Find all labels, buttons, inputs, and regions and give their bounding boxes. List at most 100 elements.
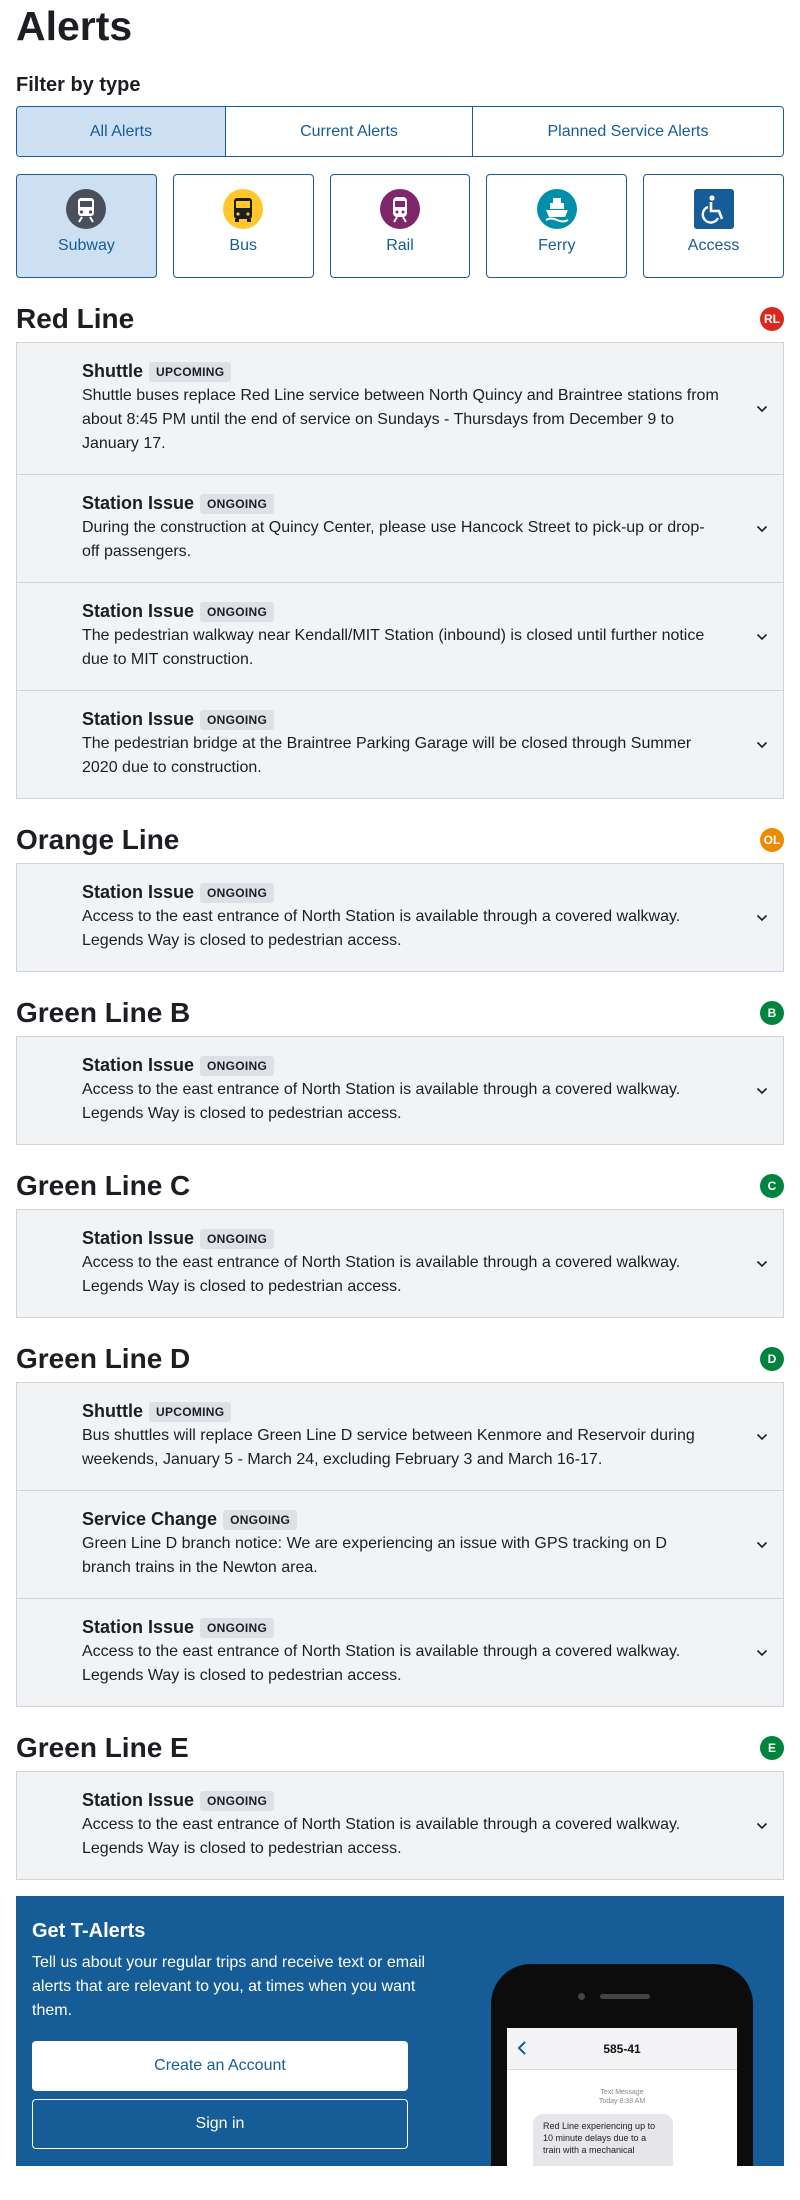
alert-header: Station Issue ONGOING [82, 1228, 719, 1249]
phone-meta-type: Text Message [600, 2089, 644, 2096]
line-section-green-line-b: Green Line B B Station Issue ONGOING Access … [16, 972, 784, 1145]
back-chevron-icon [517, 2040, 527, 2061]
alert-item[interactable]: Shuttle UPCOMING Shuttle buses replace Red… [16, 342, 784, 474]
phone-message-bubble: Red Line experiencing up to 10 minute de… [533, 2114, 673, 2166]
chevron-down-icon[interactable] [755, 738, 769, 752]
line-sections: Red Line RL Shuttle UPCOMING Shuttle buses r… [16, 278, 784, 1880]
chevron-down-icon[interactable] [755, 402, 769, 416]
chevron-down-icon[interactable] [755, 630, 769, 644]
alert-type: Shuttle [82, 361, 143, 381]
chevron-down-icon[interactable] [755, 1257, 769, 1271]
alert-item[interactable]: Station Issue ONGOING Access to the east e… [16, 1209, 784, 1318]
alert-type: Station Issue [82, 493, 195, 513]
tab-planned-service-alerts[interactable]: Planned Service Alerts [473, 107, 783, 156]
alert-description: Access to the east entrance of North Sta… [82, 1254, 681, 1295]
alert-status-badge: ONGOING [200, 882, 275, 903]
phone-header: 585-41 [507, 2028, 737, 2070]
alert-description: Green Line D branch notice: We are exper… [82, 1535, 667, 1576]
line-badge-icon: B [760, 1001, 784, 1025]
line-section-red-line: Red Line RL Shuttle UPCOMING Shuttle buses r… [16, 278, 784, 799]
line-header: Green Line D D [16, 1318, 784, 1376]
filter-label: Filter by type [16, 74, 141, 96]
subway-icon [66, 189, 107, 229]
alert-header: Station Issue ONGOING [82, 1617, 719, 1638]
line-section-green-line-c: Green Line C C Station Issue ONGOING Access … [16, 1145, 784, 1318]
t-alerts-title: Get T-Alerts [32, 1920, 146, 1942]
alert-header: Station Issue ONGOING [82, 1790, 719, 1811]
phone-speaker [600, 1994, 650, 1999]
chevron-down-icon[interactable] [755, 1646, 769, 1660]
line-badge-icon: RL [760, 307, 784, 331]
chevron-down-icon[interactable] [755, 1819, 769, 1833]
chevron-down-icon[interactable] [755, 522, 769, 536]
alert-type: Shuttle [82, 1401, 143, 1421]
line-badge-icon: D [760, 1347, 784, 1371]
line-title: Orange Line [16, 824, 180, 855]
alert-item[interactable]: Service Change ONGOING Green Line D branch… [16, 1490, 784, 1598]
tab-all-alerts[interactable]: All Alerts [17, 107, 226, 156]
line-section-green-line-d: Green Line D D Shuttle UPCOMING Bus shuttles… [16, 1318, 784, 1707]
alert-description: Bus shuttles will replace Green Line D s… [82, 1427, 695, 1468]
line-header: Green Line B B [16, 972, 784, 1030]
mode-button-subway[interactable]: Subway [16, 174, 157, 278]
alert-header: Station Issue ONGOING [82, 709, 719, 730]
mode-button-rail[interactable]: Rail [329, 174, 471, 278]
alert-header: Station Issue ONGOING [82, 493, 719, 514]
mode-label-subway: Subway [57, 237, 115, 254]
chevron-down-icon[interactable] [755, 1084, 769, 1098]
alert-item[interactable]: Station Issue ONGOING Access to the east e… [16, 1598, 784, 1707]
ferry-icon [536, 189, 577, 229]
alert-description: Shuttle buses replace Red Line service b… [82, 387, 719, 452]
tab-current-alerts[interactable]: Current Alerts [226, 107, 473, 156]
mode-label-access: Access [687, 237, 740, 254]
mode-label-rail: Rail [386, 237, 414, 254]
mode-button-ferry[interactable]: Ferry [486, 174, 628, 278]
alert-type-tabs: All Alerts Current Alerts Planned Servic… [16, 106, 784, 157]
rail-icon [379, 189, 420, 229]
t-alerts-promo: Get T-Alerts Tell us about your regular … [16, 1896, 784, 2166]
alert-item[interactable]: Station Issue ONGOING During the construct… [16, 474, 784, 582]
alert-list: Station Issue ONGOING Access to the east e… [16, 1771, 784, 1880]
phone-sender-number: 585-41 [603, 2041, 641, 2056]
alert-type: Service Change [82, 1509, 218, 1529]
alert-header: Station Issue ONGOING [82, 882, 719, 903]
alert-item[interactable]: Shuttle UPCOMING Bus shuttles will replace… [16, 1382, 784, 1490]
alerts-page: Alerts Filter by type All Alerts Current… [0, 0, 800, 2200]
sign-in-button[interactable]: Sign in [32, 2099, 408, 2149]
alert-type: Station Issue [82, 1790, 195, 1810]
line-title: Green Line D [16, 1343, 191, 1374]
chevron-down-icon[interactable] [755, 1538, 769, 1552]
alert-item[interactable]: Station Issue ONGOING The pedestrian walkw… [16, 582, 784, 690]
line-section-orange-line: Orange Line OL Station Issue ONGOING Access … [16, 799, 784, 972]
alert-status-badge: ONGOING [223, 1509, 298, 1530]
create-account-button[interactable]: Create an Account [32, 2041, 408, 2091]
alert-status-badge: ONGOING [200, 1228, 275, 1249]
mode-filters: Subway Bus Rail Ferry Access [16, 174, 784, 278]
t-alerts-description: Tell us about your regular trips and rec… [32, 1954, 426, 2019]
wheelchair-icon [693, 189, 734, 229]
alert-type: Station Issue [82, 709, 195, 729]
line-header: Green Line C C [16, 1145, 784, 1203]
chevron-down-icon[interactable] [755, 1430, 769, 1444]
mode-button-bus[interactable]: Bus [172, 174, 314, 278]
alert-status-badge: ONGOING [200, 1055, 275, 1076]
phone-camera [578, 1993, 585, 2000]
alert-description: Access to the east entrance of North Sta… [82, 1081, 681, 1122]
alert-type: Station Issue [82, 882, 195, 902]
alert-item[interactable]: Station Issue ONGOING The pedestrian bridg… [16, 690, 784, 799]
page-title: Alerts [16, 3, 133, 49]
alert-item[interactable]: Station Issue ONGOING Access to the east e… [16, 1771, 784, 1880]
mode-label-bus: Bus [229, 237, 257, 254]
alert-status-badge: UPCOMING [149, 1401, 232, 1422]
alert-status-badge: ONGOING [200, 1617, 275, 1638]
alert-header: Shuttle UPCOMING [82, 361, 719, 382]
alert-item[interactable]: Station Issue ONGOING Access to the east e… [16, 863, 784, 972]
alert-header: Station Issue ONGOING [82, 1055, 719, 1076]
mode-button-access[interactable]: Access [643, 174, 784, 278]
chevron-down-icon[interactable] [755, 911, 769, 925]
line-section-green-line-e: Green Line E E Station Issue ONGOING Access … [16, 1707, 784, 1880]
alert-item[interactable]: Station Issue ONGOING Access to the east e… [16, 1036, 784, 1145]
line-header: Red Line RL [16, 278, 784, 336]
alert-description: Access to the east entrance of North Sta… [82, 908, 681, 949]
line-badge-icon: C [760, 1174, 784, 1198]
